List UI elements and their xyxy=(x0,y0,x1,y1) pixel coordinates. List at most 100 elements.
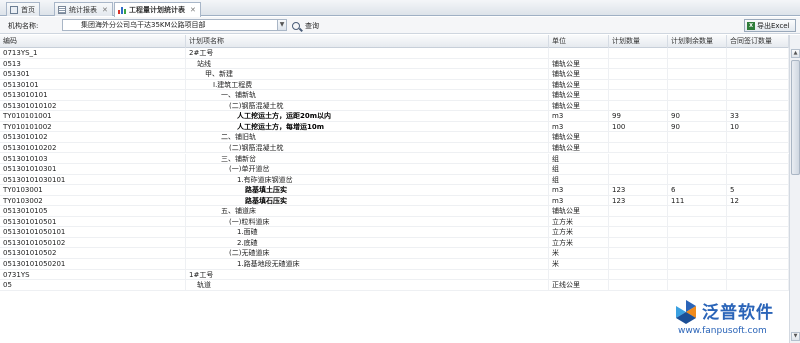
cell-remaining-qty xyxy=(668,142,727,154)
scrollbar-thumb[interactable] xyxy=(791,60,800,175)
search-button[interactable]: 查询 xyxy=(292,20,319,31)
cell-unit: 立方米 xyxy=(549,216,609,228)
filter-toolbar: 机构名称: 集团海外分公司乌干达35KM公路项目部 ▼ 查询 X 导出Excel xyxy=(0,17,800,34)
cell-contract-qty xyxy=(727,69,789,80)
table-row[interactable]: TY010101002 人工挖运土方，每增运10m m3 100 90 10 xyxy=(0,121,789,133)
cell-contract-qty xyxy=(727,280,789,291)
table-row[interactable]: 05130101050102 2.底碴 立方米 xyxy=(0,237,789,249)
cell-code: 0731YS xyxy=(0,269,186,281)
tab-bar: 首页 统计报表 ✕ 工程量计划统计表 ✕ xyxy=(0,0,800,17)
table-row[interactable]: 051301 甲、新建 铺轨公里 xyxy=(0,69,789,80)
cell-contract-qty xyxy=(727,153,789,165)
column-header-name[interactable]: 计划项名称 xyxy=(186,35,549,48)
scroll-up-icon[interactable]: ▲ xyxy=(791,49,800,58)
cell-code: TY010101002 xyxy=(0,121,186,133)
table-row[interactable]: 051301010501 (一)粒料道床 立方米 xyxy=(0,216,789,228)
cell-name: 一、铺新轨 xyxy=(186,90,549,101)
column-header-plan-qty[interactable]: 计划数量 xyxy=(609,35,668,48)
table-row[interactable]: TY010101001 人工挖运土方，运距20m以内 m3 99 90 33 xyxy=(0,111,789,122)
cell-remaining-qty xyxy=(668,69,727,80)
table-row[interactable]: TY0103001 路基填土压实 m3 123 6 5 xyxy=(0,185,789,196)
cell-code: 05130101 xyxy=(0,79,186,91)
table-row[interactable]: 051301010102 (二)钢筋混凝土枕 铺轨公里 xyxy=(0,100,789,112)
cell-code: 0513010101 xyxy=(0,90,186,101)
cell-remaining-qty xyxy=(668,79,727,91)
table-row[interactable]: 0513010101 一、铺新轨 铺轨公里 xyxy=(0,90,789,101)
cell-contract-qty xyxy=(727,259,789,270)
brand-watermark: 泛普软件 www.fanpusoft.com xyxy=(672,295,796,339)
table-row[interactable]: 051301010202 (二)钢筋混凝土枕 铺轨公里 xyxy=(0,142,789,154)
export-excel-button[interactable]: X 导出Excel xyxy=(744,19,796,32)
cell-code: 051301010102 xyxy=(0,100,186,112)
table-row[interactable]: 05130101050101 1.面碴 立方米 xyxy=(0,227,789,238)
cell-unit: 铺轨公里 xyxy=(549,100,609,112)
cell-remaining-qty xyxy=(668,58,727,70)
table-row[interactable]: 05130101050201 1.路基地段无碴道床米 xyxy=(0,259,789,270)
cell-name: 2.底碴 xyxy=(186,237,549,249)
cell-contract-qty xyxy=(727,100,789,112)
table-row[interactable]: 0513 站线 铺轨公里 xyxy=(0,58,789,70)
table-row[interactable]: 051301010502 (二)无碴道床米 xyxy=(0,248,789,259)
cell-name: (一)单开道岔 xyxy=(186,164,549,175)
cell-contract-qty xyxy=(727,164,789,175)
search-label: 查询 xyxy=(305,21,319,30)
excel-icon: X xyxy=(747,21,755,30)
plan-table: 编码 计划项名称 单位 计划数量 计划剩余数量 合同签订数量 0713YS_1 2… xyxy=(0,35,789,343)
cell-unit: 组 xyxy=(549,174,609,186)
cell-plan-qty xyxy=(609,216,668,228)
cell-remaining-qty xyxy=(668,248,727,259)
table-row[interactable]: 051301010301 (一)单开道岔组 xyxy=(0,164,789,175)
column-header-unit[interactable]: 单位 xyxy=(549,35,609,48)
tab-report[interactable]: 统计报表 ✕ xyxy=(54,2,113,16)
table-row[interactable]: 0713YS_1 2#工号 xyxy=(0,48,789,59)
chevron-down-icon[interactable]: ▼ xyxy=(278,19,287,31)
cell-code: 05130101050201 xyxy=(0,259,186,270)
org-select-input[interactable]: 集团海外分公司乌干达35KM公路项目部 xyxy=(62,19,278,31)
cell-name: (二)钢筋混凝土枕 xyxy=(186,142,549,154)
cell-plan-qty xyxy=(609,153,668,165)
column-header-code[interactable]: 编码 xyxy=(0,35,186,48)
cell-name: (二)钢筋混凝土枕 xyxy=(186,100,549,112)
cell-unit xyxy=(549,269,609,281)
home-icon xyxy=(10,5,18,14)
table-row[interactable]: 0731YS 1#工号 xyxy=(0,269,789,281)
cell-unit: 组 xyxy=(549,153,609,165)
cell-contract-qty: 5 xyxy=(727,185,789,196)
table-row[interactable]: 0513010103 三、铺新岔组 xyxy=(0,153,789,165)
table-row[interactable]: 0513010102 二、铺旧轨 铺轨公里 xyxy=(0,132,789,143)
tab-home[interactable]: 首页 xyxy=(6,2,40,16)
table-row[interactable]: 05130101030101 1.有砟道床钢道岔组 xyxy=(0,174,789,186)
cell-name: Ⅰ.建筑工程费 xyxy=(186,79,549,91)
close-icon[interactable]: ✕ xyxy=(102,6,108,14)
table-row[interactable]: 05130101 Ⅰ.建筑工程费 铺轨公里 xyxy=(0,79,789,91)
cell-contract-qty xyxy=(727,142,789,154)
cell-name: 人工挖运土方，运距20m以内 xyxy=(186,111,549,122)
cell-plan-qty xyxy=(609,237,668,249)
cell-unit: 米 xyxy=(549,259,609,270)
tab-project-plan[interactable]: 工程量计划统计表 ✕ xyxy=(114,2,201,17)
cell-contract-qty xyxy=(727,216,789,228)
cell-code: TY0103001 xyxy=(0,185,186,196)
table-row[interactable]: 05 轨道 正线公里 xyxy=(0,280,789,291)
cell-contract-qty xyxy=(727,248,789,259)
cell-plan-qty: 100 xyxy=(609,121,668,133)
cell-plan-qty xyxy=(609,90,668,101)
close-icon[interactable]: ✕ xyxy=(190,6,196,14)
column-header-remaining-qty[interactable]: 计划剩余数量 xyxy=(668,35,727,48)
cell-name: 路基填石压实 xyxy=(186,195,549,207)
cell-contract-qty xyxy=(727,90,789,101)
cell-name: 1.面碴 xyxy=(186,227,549,238)
cell-code: 05130101030101 xyxy=(0,174,186,186)
cell-unit: m3 xyxy=(549,111,609,122)
table-row[interactable]: TY0103002 路基填石压实 m3 123 111 12 xyxy=(0,195,789,207)
cell-plan-qty xyxy=(609,142,668,154)
brand-name: 泛普软件 xyxy=(702,303,774,323)
cell-remaining-qty xyxy=(668,269,727,281)
column-header-contract-qty[interactable]: 合同签订数量 xyxy=(727,35,789,48)
cell-code: 05130101050102 xyxy=(0,237,186,249)
table-row[interactable]: 0513010105 五、铺道床 铺轨公里 xyxy=(0,206,789,217)
cell-remaining-qty: 6 xyxy=(668,185,727,196)
cell-remaining-qty: 90 xyxy=(668,111,727,122)
cell-contract-qty xyxy=(727,269,789,281)
cell-name: (一)粒料道床 xyxy=(186,216,549,228)
